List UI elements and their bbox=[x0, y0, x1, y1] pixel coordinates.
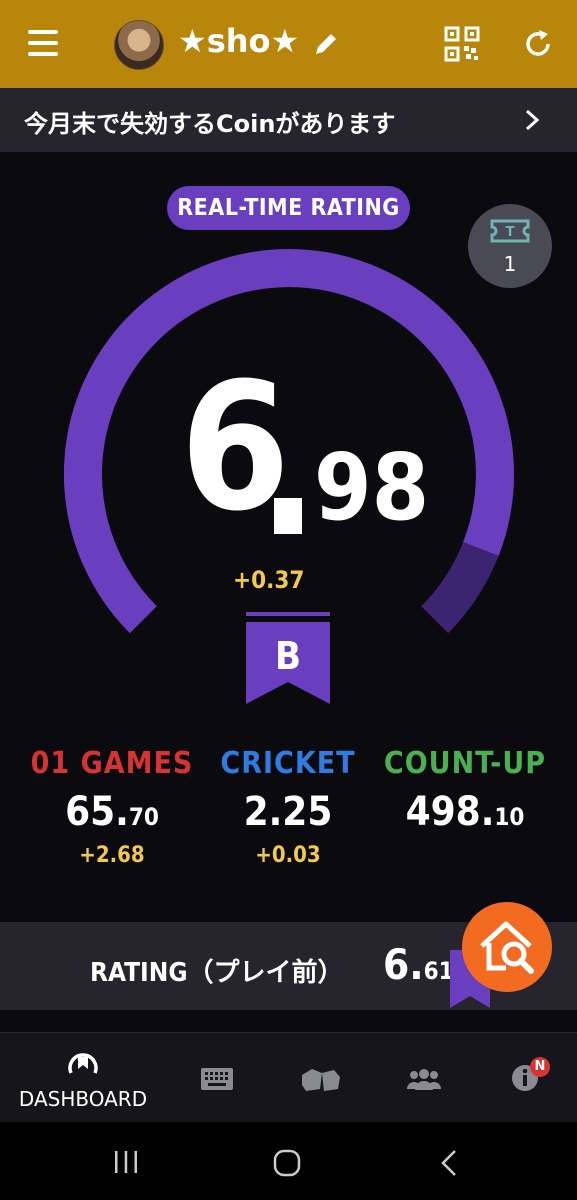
stat-value: 2.25 bbox=[243, 789, 333, 835]
stat-01-games: 01 GAMES 65.70 +2.68 bbox=[17, 746, 207, 868]
nav-versus[interactable] bbox=[300, 1033, 342, 1123]
recent-apps-icon[interactable] bbox=[112, 1150, 140, 1174]
svg-text:T: T bbox=[506, 225, 515, 240]
realtime-rating-badge: REAL-TIME RATING bbox=[167, 186, 410, 230]
nav-dashboard[interactable]: DASHBOARD bbox=[8, 1033, 158, 1123]
rating-delta: +0.37 bbox=[233, 566, 305, 594]
ticket-count: 1 bbox=[503, 252, 517, 276]
stat-label: COUNT-UP bbox=[383, 746, 547, 781]
nav-info[interactable]: N bbox=[510, 1033, 554, 1123]
rank-letter: B bbox=[274, 634, 302, 678]
bottom-nav: DASHBOARD N bbox=[0, 1032, 577, 1123]
ticket-icon: T bbox=[490, 219, 530, 243]
notification-badge: N bbox=[530, 1057, 550, 1077]
stat-count-up: COUNT-UP 498.10 bbox=[370, 746, 560, 843]
stat-label: CRICKET bbox=[220, 746, 356, 781]
rating-decimal-point bbox=[274, 498, 302, 534]
home-search-fab[interactable] bbox=[462, 902, 552, 992]
stat-value: 65.70 bbox=[65, 789, 159, 835]
home-icon[interactable] bbox=[272, 1148, 302, 1178]
ticket-button[interactable]: T 1 bbox=[468, 204, 552, 288]
stat-label: 01 GAMES bbox=[30, 746, 194, 781]
stat-cricket: CRICKET 2.25 +0.03 bbox=[193, 746, 383, 868]
pre-play-rating-value: 6.61 bbox=[383, 940, 454, 989]
back-icon[interactable] bbox=[438, 1148, 460, 1178]
dashboard-icon bbox=[68, 1053, 98, 1074]
home-search-icon bbox=[480, 921, 534, 974]
versus-hands-icon bbox=[302, 1069, 340, 1091]
stat-delta: +0.03 bbox=[255, 843, 321, 868]
nav-scoreboard[interactable] bbox=[200, 1033, 236, 1123]
nav-friends[interactable] bbox=[406, 1033, 442, 1123]
people-icon bbox=[407, 1069, 441, 1090]
nav-dashboard-label: DASHBOARD bbox=[18, 1087, 148, 1111]
stat-delta: +2.68 bbox=[79, 843, 145, 868]
rating-decimal: 98 bbox=[314, 434, 430, 541]
keyboard-icon bbox=[201, 1068, 233, 1090]
system-nav-bar bbox=[0, 1122, 577, 1200]
pre-play-rating-label: RATING（プレイ前） bbox=[90, 958, 344, 988]
stat-value: 498.10 bbox=[405, 789, 525, 835]
